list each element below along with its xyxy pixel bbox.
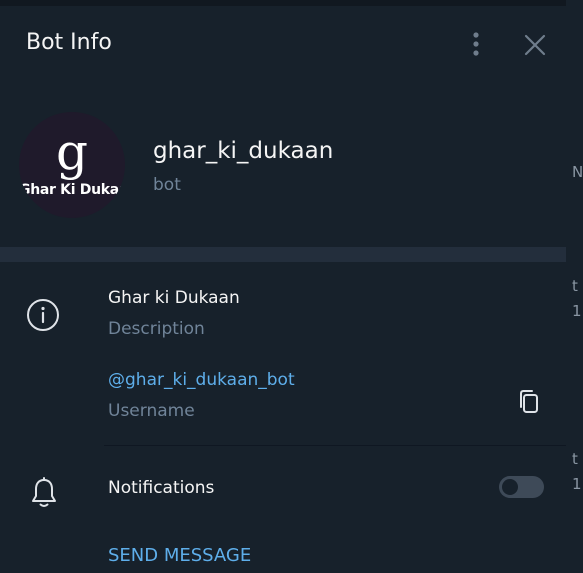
username-link[interactable]: @ghar_ki_dukaan_bot (108, 370, 295, 390)
avatar-logo-text: Ghar Ki Dukaan (19, 182, 125, 198)
backdrop-text-4: t (572, 450, 578, 468)
notifications-toggle[interactable] (499, 476, 544, 498)
backdrop-text-3: 1 (572, 302, 582, 320)
bell-icon (29, 476, 59, 510)
toggle-knob (500, 477, 520, 497)
backdrop-text-2: t (572, 277, 578, 295)
close-icon[interactable] (522, 32, 548, 58)
more-vertical-icon[interactable] (466, 30, 486, 58)
backdrop-text-5: 1 (572, 475, 582, 493)
description-value: Ghar ki Dukaan (108, 288, 240, 308)
send-message-button[interactable]: SEND MESSAGE (108, 545, 251, 566)
bot-info-panel: Bot Info g Ghar Ki Dukaan ghar_ki_dukaan… (0, 6, 566, 573)
bot-name: ghar_ki_dukaan (153, 138, 334, 164)
username-label: Username (108, 401, 195, 421)
row-separator (104, 445, 566, 446)
bot-status: bot (153, 175, 181, 195)
info-icon (26, 298, 60, 332)
bot-avatar[interactable]: g Ghar Ki Dukaan (19, 112, 125, 218)
section-divider (0, 247, 566, 262)
panel-title: Bot Info (26, 30, 112, 55)
description-label: Description (108, 319, 205, 339)
copy-icon[interactable] (516, 388, 542, 416)
avatar-logo-glyph: g (55, 123, 88, 181)
backdrop-text-1: N (572, 163, 583, 181)
notifications-label: Notifications (108, 478, 215, 498)
